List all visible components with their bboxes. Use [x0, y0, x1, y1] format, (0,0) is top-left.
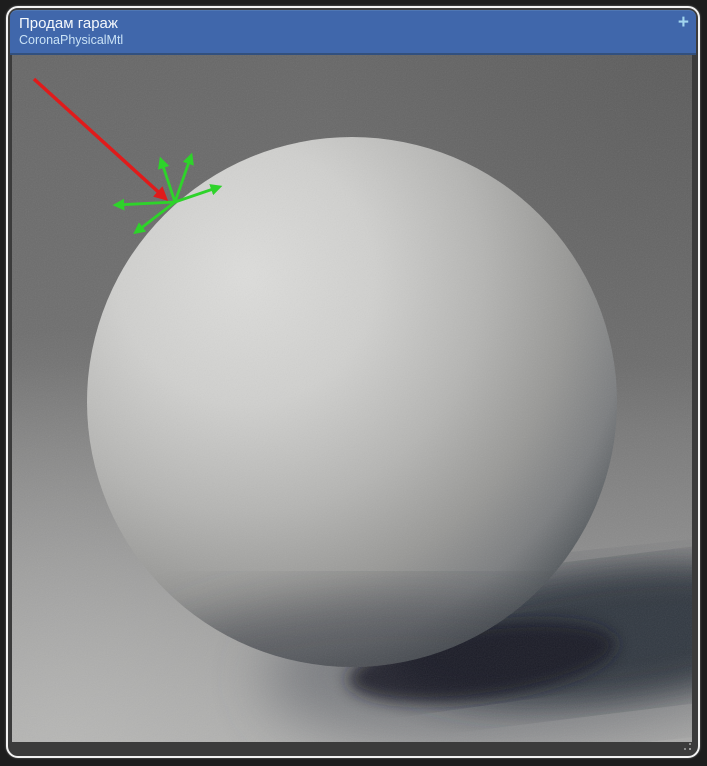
render-noise: [12, 55, 692, 742]
resize-grip[interactable]: [680, 741, 692, 751]
add-node-button[interactable]: +: [678, 12, 689, 34]
material-node[interactable]: Продам гараж CoronaPhysicalMtl +: [6, 6, 700, 758]
preview-render: [12, 55, 692, 742]
node-material-type: CoronaPhysicalMtl: [19, 33, 124, 47]
node-header[interactable]: Продам гараж CoronaPhysicalMtl +: [10, 10, 696, 55]
node-footer: [10, 742, 696, 754]
material-preview[interactable]: [12, 55, 692, 742]
node-title: Продам гараж: [19, 15, 118, 32]
